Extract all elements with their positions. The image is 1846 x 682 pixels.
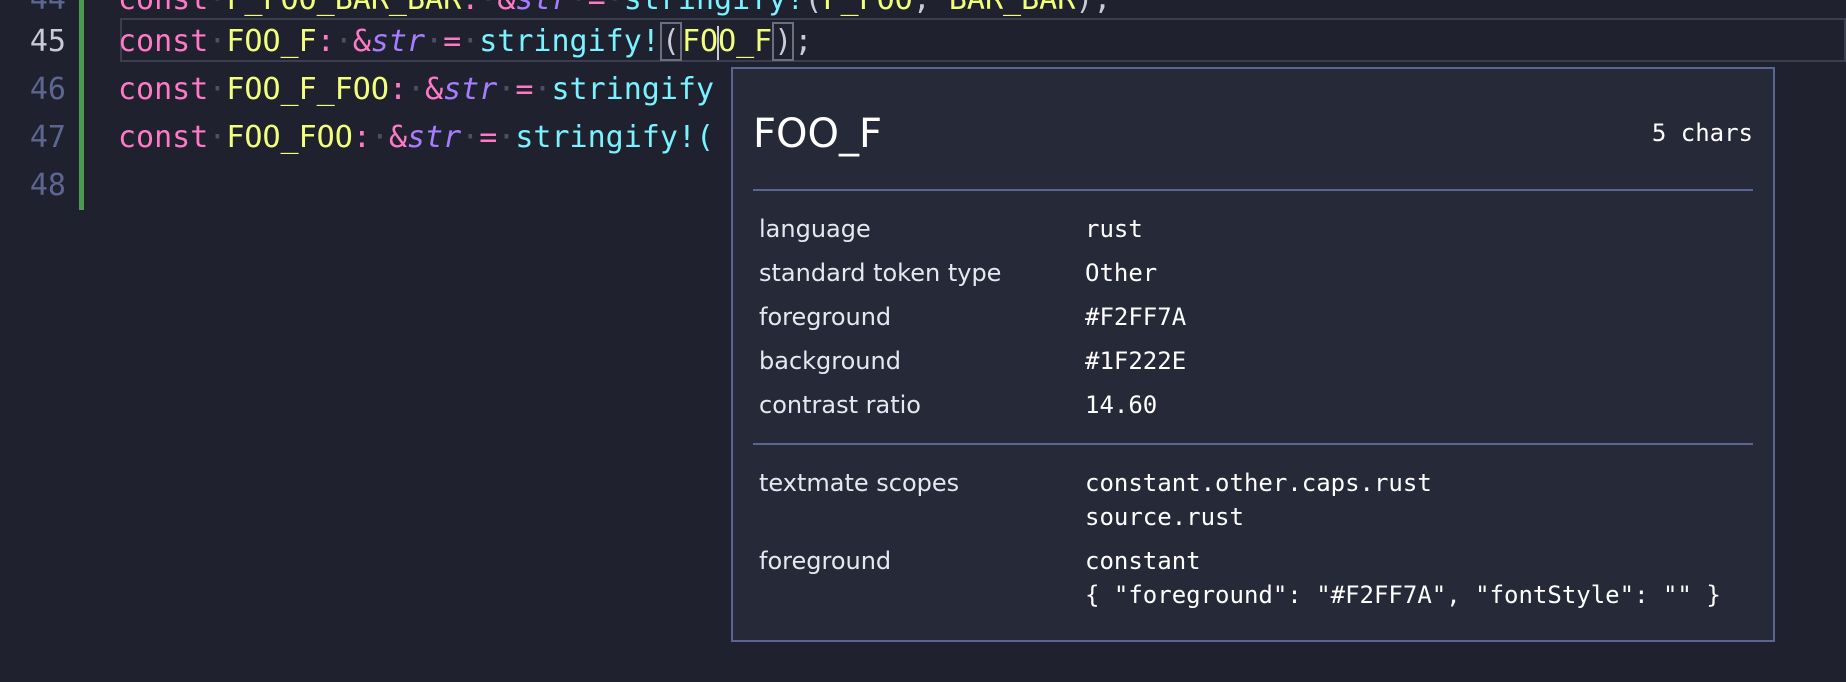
inspect-row-background: background #1F222E: [759, 347, 1187, 375]
divider: [753, 189, 1753, 191]
code-editor[interactable]: 44 45 46 47 48 const·F_FOO_BAR_BAR:·&str…: [0, 0, 1846, 682]
git-modified-gutter-indicator: [79, 0, 84, 210]
inspect-row-contrast: contrast ratio 14.60: [759, 391, 1158, 419]
inspect-token-panel: FOO_F 5 chars language rust standard tok…: [731, 67, 1775, 642]
code-line-current[interactable]: const·FOO_F:·&str·=·stringify!(FOO_F);: [118, 18, 812, 66]
inspect-row-theme-rule: foreground constant { "foreground": "#F2…: [759, 547, 1721, 609]
token-char-count: 5 chars: [1651, 119, 1753, 147]
token-name: FOO_F: [753, 111, 882, 157]
inspect-row-foreground: foreground #F2FF7A: [759, 303, 1187, 331]
matching-bracket-open: (: [659, 22, 682, 61]
inspect-row-textmate-scopes: textmate scopes constant.other.caps.rust…: [759, 469, 1432, 531]
inspect-header: FOO_F 5 chars: [753, 109, 1753, 159]
matching-bracket-close: ): [772, 22, 795, 61]
divider: [753, 443, 1753, 445]
inspect-row-token-type: standard token type Other: [759, 259, 1158, 287]
line-number: 48: [29, 168, 66, 203]
inspect-row-language: language rust: [759, 215, 1143, 243]
line-number-current: 45: [29, 24, 66, 59]
code-line[interactable]: const·FOO_F_FOO:·&str·=·stringify: [118, 66, 714, 114]
line-number: 46: [29, 72, 66, 107]
line-number: 47: [29, 120, 66, 155]
code-line[interactable]: const·FOO_FOO:·&str·=·stringify!(: [118, 114, 714, 162]
